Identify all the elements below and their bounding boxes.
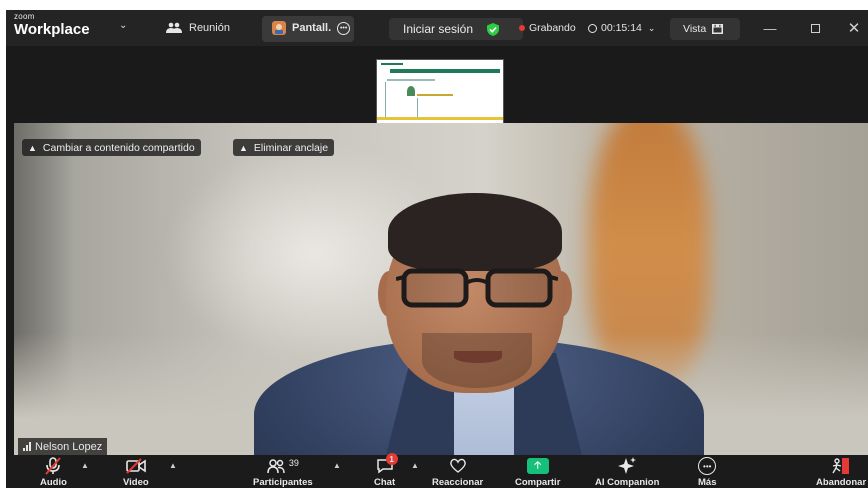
switch-label: Cambiar a contenido compartido	[42, 141, 195, 154]
mic-muted-icon	[45, 456, 62, 476]
video-options-caret[interactable]: ▲	[169, 461, 177, 470]
participants-button[interactable]: 39 Participantes	[253, 456, 313, 488]
recording-label: Grabando	[529, 22, 576, 34]
react-label: Reaccionar	[432, 477, 484, 488]
timer-label: 00:15:14	[601, 22, 642, 34]
people-icon	[166, 22, 182, 33]
signin-pill[interactable]: Iniciar sesión	[389, 18, 523, 40]
participant-count: 39	[288, 458, 299, 468]
timer[interactable]: 00:15:14 ⌄	[588, 19, 655, 37]
switch-to-shared-content-button[interactable]: ▲ Cambiar a contenido compartido	[22, 139, 201, 156]
thumb-plant-icon	[407, 86, 415, 96]
signal-bars-icon	[23, 442, 31, 451]
signin-label: Iniciar sesión	[403, 22, 474, 36]
share-button[interactable]: 🡡 Compartir	[515, 456, 560, 488]
thumb-text-line	[417, 94, 453, 96]
thumb-stem	[385, 82, 386, 120]
participants-label: Participantes	[253, 477, 313, 488]
chat-icon: 1	[376, 453, 398, 476]
participants-options-caret[interactable]: ▲	[333, 461, 341, 470]
meeting-toolbar: Audio ▲ Video ▲ 39 Participantes ▲ 1 Cha…	[6, 453, 868, 488]
heart-icon	[449, 456, 467, 476]
tab-meeting[interactable]: Reunión	[166, 19, 230, 37]
participant-name-tag: Nelson Lopez	[18, 438, 108, 455]
more-icon: •••	[698, 456, 717, 476]
speaker-glasses	[396, 268, 558, 308]
minimize-icon[interactable]: —	[760, 18, 780, 38]
audio-options-caret[interactable]: ▲	[81, 461, 89, 470]
logo-small: zoom	[14, 12, 35, 21]
title-bar: zoom Workplace ⌄ Reunión Pantall. ••• In…	[6, 10, 868, 46]
chevron-down-icon: ⌄	[647, 22, 656, 33]
shield-check-icon	[487, 22, 500, 36]
speaker-hair	[388, 193, 562, 271]
thumb-title-line	[381, 63, 403, 65]
leave-label: Abandonar	[816, 477, 867, 488]
video-label: Video	[123, 477, 149, 488]
ai-label: AI Companion	[595, 477, 660, 488]
sparkle-icon	[618, 456, 637, 476]
unpin-label: Eliminar anclaje	[253, 141, 329, 154]
chat-options-caret[interactable]: ▲	[411, 461, 419, 470]
chevron-down-icon[interactable]: ⌄	[119, 20, 127, 31]
audio-button[interactable]: Audio	[40, 456, 67, 488]
thumb-footer	[377, 117, 503, 120]
recording-indicator[interactable]: Grabando	[519, 19, 576, 37]
chat-button[interactable]: 1 Chat	[374, 453, 398, 488]
leave-icon	[831, 456, 851, 476]
view-label: Vista	[683, 23, 707, 35]
leave-button[interactable]: Abandonar	[816, 456, 866, 488]
maximize-icon[interactable]	[805, 18, 825, 38]
zoom-logo: zoom Workplace	[14, 12, 90, 38]
video-button[interactable]: Video	[123, 456, 149, 488]
chat-label: Chat	[374, 477, 396, 488]
share-screen-icon: 🡡	[526, 456, 549, 476]
chat-badge: 1	[385, 453, 398, 465]
screen-share-icon	[272, 21, 286, 35]
tab-share-label: Pantall.	[292, 22, 332, 34]
tab-share[interactable]: Pantall. •••	[272, 19, 351, 37]
clock-icon	[588, 23, 597, 33]
active-speaker-video[interactable]: ▲ Cambiar a contenido compartido ▲ Elimi…	[14, 123, 868, 455]
unpin-button[interactable]: ▲ Eliminar anclaje	[233, 139, 335, 156]
participant-name: Nelson Lopez	[35, 440, 103, 453]
grid-icon	[712, 24, 724, 34]
pin-icon: ▲	[239, 142, 248, 153]
view-button[interactable]: Vista	[670, 18, 740, 40]
audio-label: Audio	[40, 477, 67, 488]
more-label: Más	[698, 477, 717, 488]
ai-companion-button[interactable]: AI Companion	[595, 456, 659, 488]
speaker-mouth	[454, 351, 502, 363]
zoom-window: zoom Workplace ⌄ Reunión Pantall. ••• In…	[6, 10, 868, 488]
camera-off-icon	[126, 456, 146, 476]
record-dot-icon	[519, 25, 525, 31]
shared-screen-thumbnail[interactable]	[376, 59, 504, 125]
share-label: Compartir	[515, 477, 561, 488]
logo-big: Workplace	[14, 21, 90, 38]
participants-icon: 39	[267, 456, 299, 476]
more-button[interactable]: ••• Más	[698, 456, 716, 488]
more-icon[interactable]: •••	[337, 21, 351, 35]
close-icon[interactable]: ✕	[844, 18, 864, 38]
thumb-text-line	[387, 79, 435, 81]
thumb-header-bar	[390, 69, 500, 73]
tab-meeting-label: Reunión	[189, 22, 230, 34]
pin-icon: ▲	[28, 142, 37, 153]
react-button[interactable]: Reaccionar	[432, 456, 483, 488]
